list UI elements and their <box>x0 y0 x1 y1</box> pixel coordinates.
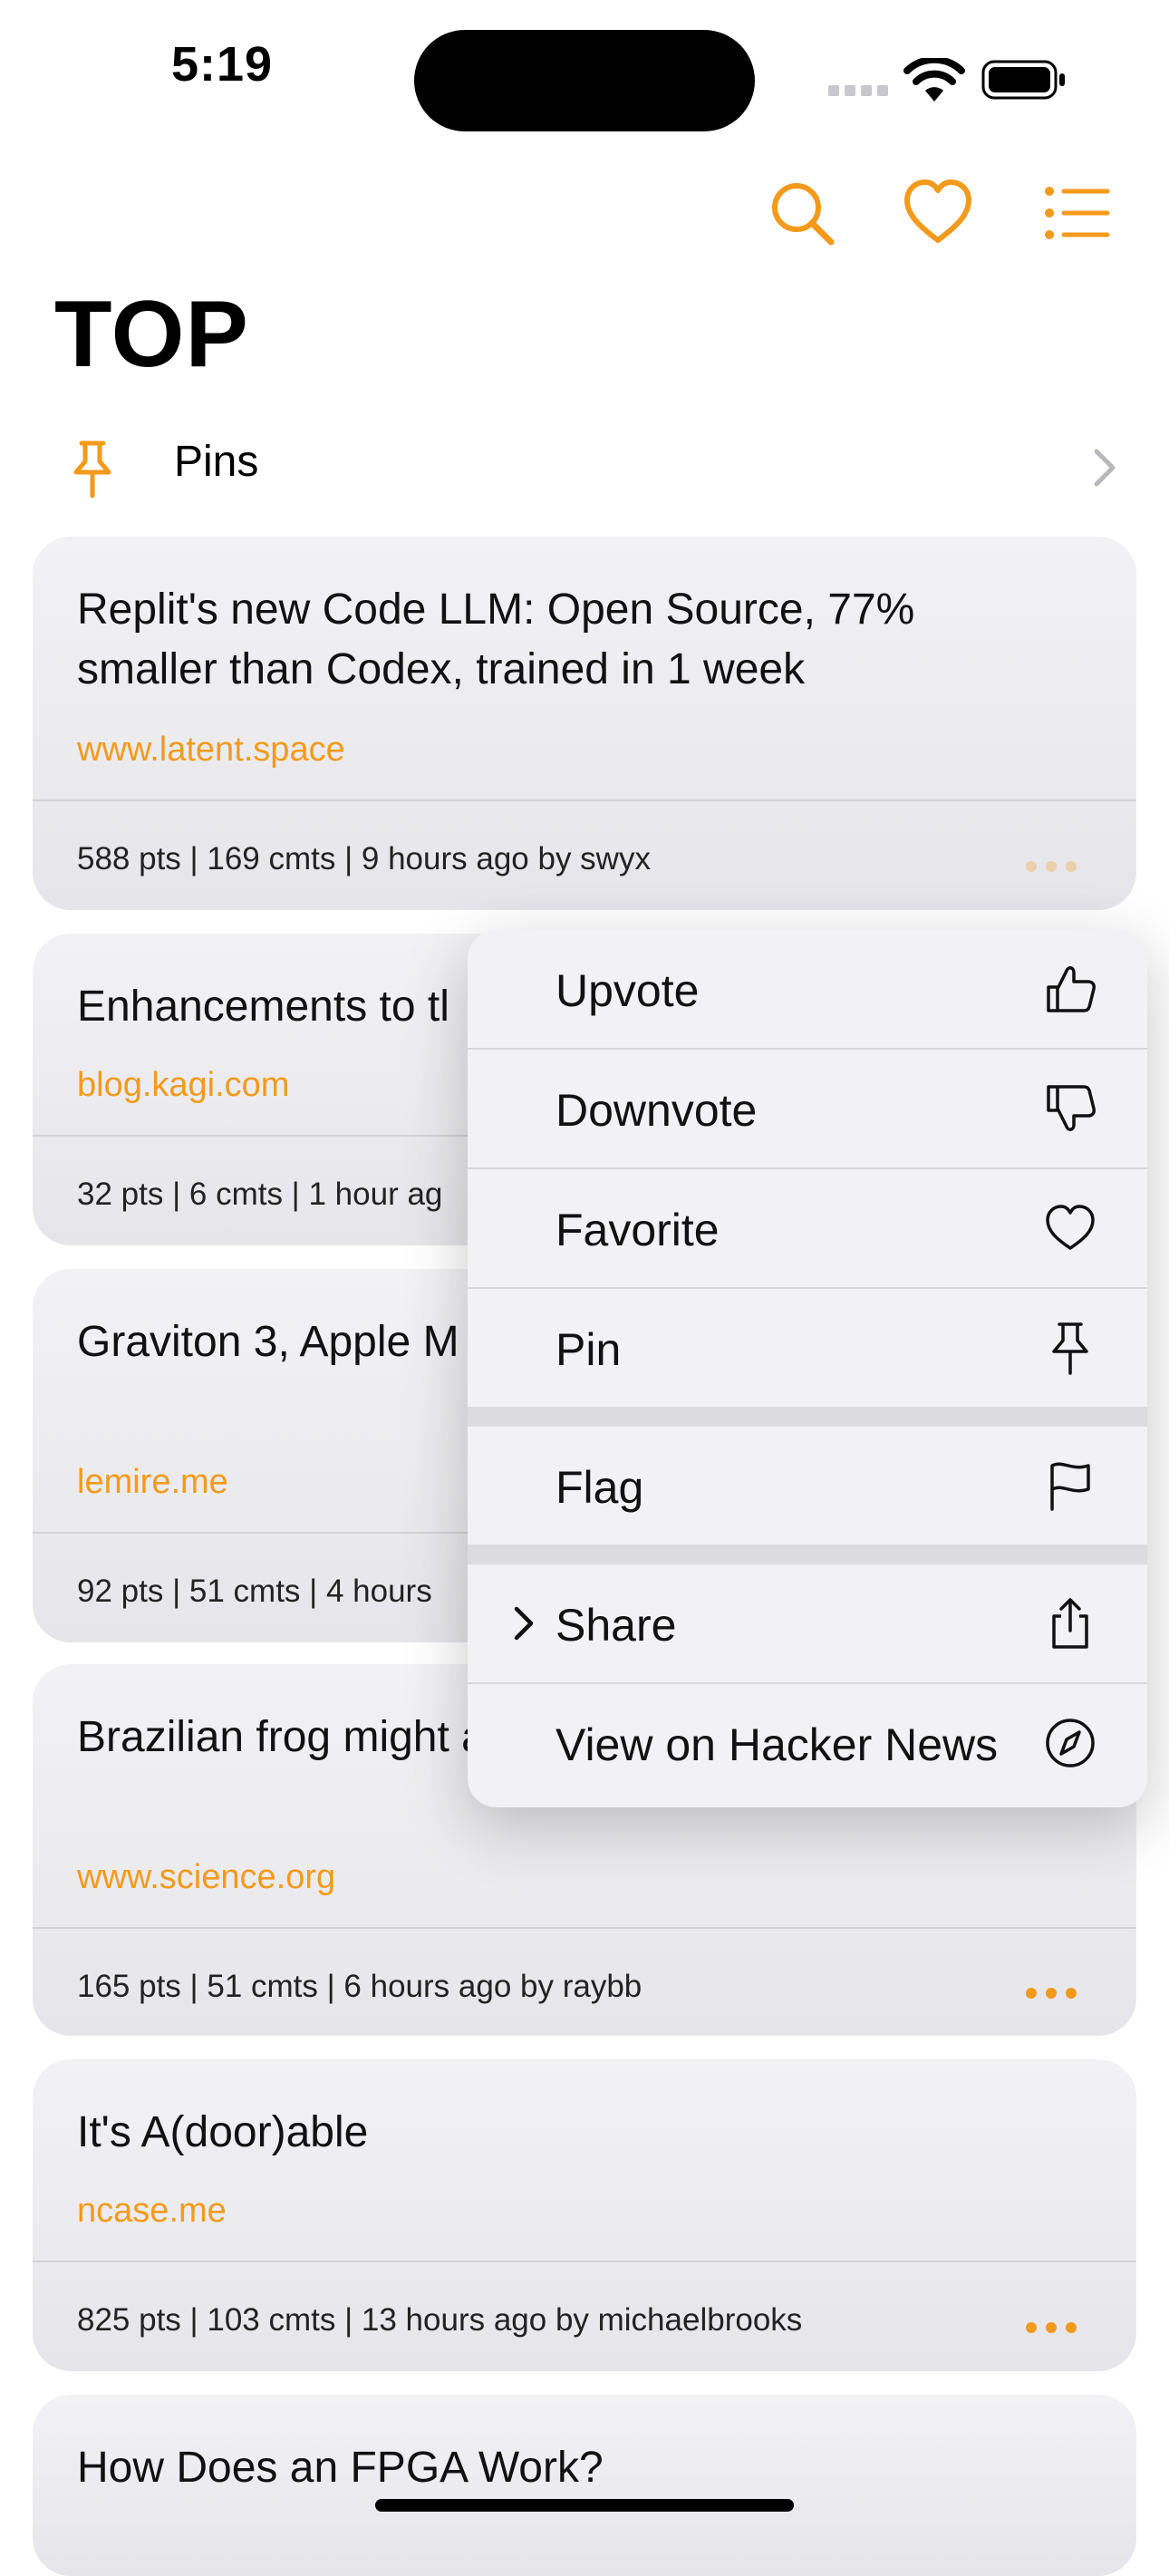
search-icon[interactable] <box>766 177 838 249</box>
menu-section-gap <box>468 1407 1147 1427</box>
menu-item-pin[interactable]: Pin <box>468 1289 1147 1407</box>
dynamic-island <box>414 30 755 131</box>
thumbs-down-icon <box>1047 1085 1096 1131</box>
menu-section-gap <box>468 1545 1147 1564</box>
more-icon[interactable] <box>1026 861 1077 874</box>
menu-item-downvote[interactable]: Downvote <box>468 1050 1147 1167</box>
chevron-right-icon <box>514 1606 534 1641</box>
story-meta: 165 pts | 51 cmts | 6 hours ago by raybb <box>77 1969 642 2004</box>
context-menu: Upvote Downvote Favorite Pin Flag Share … <box>468 930 1147 1807</box>
divider <box>33 799 1136 801</box>
menu-item-view-on-hacker-news[interactable]: View on Hacker News <box>468 1684 1147 1802</box>
compass-icon <box>1046 1719 1095 1767</box>
story-domain[interactable]: blog.kagi.com <box>77 1066 289 1105</box>
story-meta: 588 pts | 169 cmts | 9 hours ago by swyx <box>77 841 651 876</box>
list-icon[interactable] <box>1040 177 1113 249</box>
heart-icon <box>1046 1205 1095 1250</box>
menu-item-favorite[interactable]: Favorite <box>468 1169 1147 1287</box>
story-card[interactable]: How Does an FPGA Work? <box>33 2395 1136 2576</box>
page-title: TOP <box>54 282 249 387</box>
story-meta: 32 pts | 6 cmts | 1 hour ag <box>77 1177 443 1212</box>
heart-icon[interactable] <box>902 177 974 249</box>
divider <box>33 2261 1136 2262</box>
pin-icon <box>73 441 111 499</box>
story-title[interactable]: It's A(door)able <box>77 2103 1038 2163</box>
pins-label: Pins <box>174 438 259 486</box>
story-domain[interactable]: lemire.me <box>77 1463 228 1502</box>
more-icon[interactable] <box>1026 2322 1077 2335</box>
menu-item-share[interactable]: Share <box>468 1564 1147 1682</box>
menu-item-upvote[interactable]: Upvote <box>468 930 1147 1048</box>
story-card[interactable]: It's A(door)able ncase.me 825 pts | 103 … <box>33 2059 1136 2371</box>
thumbs-up-icon <box>1047 966 1096 1012</box>
more-icon[interactable] <box>1026 1988 1077 2000</box>
status-time: 5:19 <box>170 37 274 92</box>
wifi-icon <box>903 58 965 102</box>
battery-icon <box>981 60 1065 100</box>
story-meta: 92 pts | 51 cmts | 4 hours <box>77 1574 432 1609</box>
story-meta: 825 pts | 103 cmts | 13 hours ago by mic… <box>77 2302 803 2338</box>
menu-item-flag[interactable]: Flag <box>468 1427 1147 1545</box>
story-domain[interactable]: ncase.me <box>77 2192 227 2231</box>
story-card[interactable]: Replit's new Code LLM: Open Source, 77% … <box>33 537 1136 910</box>
story-title[interactable]: How Does an FPGA Work? <box>77 2438 1038 2498</box>
story-title[interactable]: Replit's new Code LLM: Open Source, 77% … <box>77 580 1038 700</box>
divider <box>33 1927 1136 1929</box>
share-icon <box>1052 1598 1088 1649</box>
story-domain[interactable]: www.science.org <box>77 1858 335 1897</box>
home-indicator[interactable] <box>375 2499 794 2512</box>
pin-icon <box>1052 1322 1088 1375</box>
flag-icon <box>1050 1462 1090 1511</box>
chevron-right-icon <box>1094 449 1116 487</box>
story-domain[interactable]: www.latent.space <box>77 731 345 770</box>
